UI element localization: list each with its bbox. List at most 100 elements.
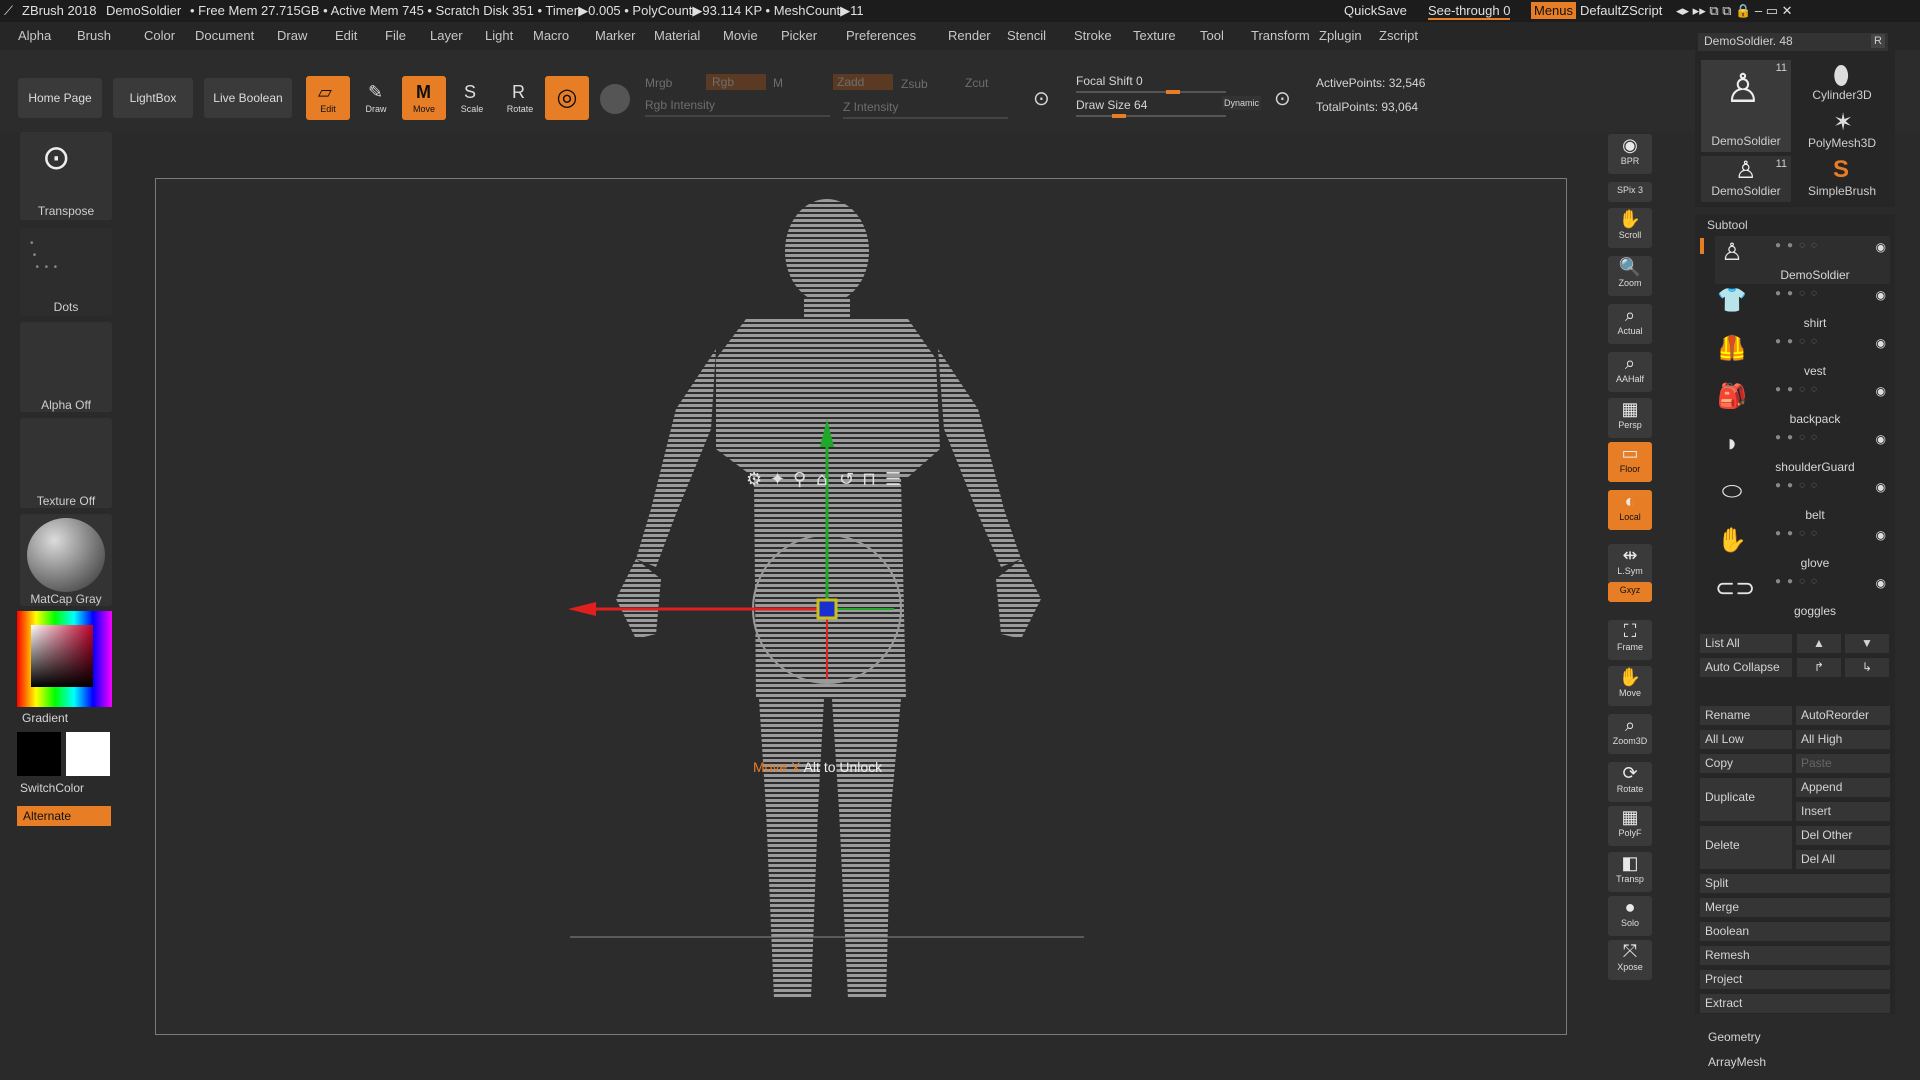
append-button[interactable]: Append — [1796, 778, 1890, 797]
menu-macro[interactable]: Macro — [533, 28, 569, 43]
xpose-button[interactable]: ⤧ Xpose — [1608, 940, 1652, 980]
color-picker[interactable] — [17, 611, 112, 707]
rotate-button[interactable]: R Rotate — [498, 76, 542, 120]
z-intensity-slider[interactable]: Z Intensity — [843, 100, 898, 114]
del-all-button[interactable]: Del All — [1796, 850, 1890, 869]
transpose-brush-button[interactable]: ⊙ Transpose — [20, 132, 112, 220]
menu-layer[interactable]: Layer — [430, 28, 463, 43]
layout-icons[interactable]: ◂▸ ▸▸ ⧉ ⧉ 🔒 – ▭ ✕ — [1676, 3, 1793, 19]
bpr-button[interactable]: ◉ BPR — [1608, 134, 1652, 174]
l-sym-button[interactable]: ⇹ L.Sym — [1608, 544, 1652, 584]
live-boolean-button[interactable]: Live Boolean — [204, 78, 292, 118]
spix-3-button[interactable]: SPix 3 — [1608, 182, 1652, 202]
gizmo-list-icon[interactable]: ☰ — [885, 469, 901, 490]
menu-texture[interactable]: Texture — [1133, 28, 1176, 43]
rgb-intensity-track[interactable] — [645, 115, 830, 117]
menu-file[interactable]: File — [385, 28, 406, 43]
see-through-slider[interactable]: See-through 0 — [1428, 3, 1511, 20]
quicksave-button[interactable]: QuickSave — [1344, 3, 1407, 18]
extract-section[interactable]: Extract — [1700, 994, 1890, 1013]
subtool-toggles[interactable]: ●●◌◌ — [1775, 336, 1845, 347]
secondary-color-swatch[interactable] — [17, 732, 61, 776]
del-other-button[interactable]: Del Other — [1796, 826, 1890, 845]
merge-section[interactable]: Merge — [1700, 898, 1890, 917]
color-square[interactable] — [31, 625, 93, 687]
autoreorder-button[interactable]: AutoReorder — [1796, 706, 1890, 725]
subtool-toggles[interactable]: ●●◌◌ — [1775, 240, 1845, 251]
gizmo-center-handle[interactable] — [816, 598, 838, 620]
menu-stencil[interactable]: Stencil — [1007, 28, 1046, 43]
menu-render[interactable]: Render — [948, 28, 991, 43]
aahalf-button[interactable]: ⌕ AAHalf — [1608, 352, 1652, 392]
edit-button[interactable]: ▱ Edit — [306, 76, 350, 120]
subtool-toggles[interactable]: ●●◌◌ — [1775, 384, 1845, 395]
gizmo-pin-icon[interactable]: ✦ — [770, 469, 785, 490]
subtool-item[interactable]: 🦺 ●●◌◌ ◉ vest — [1715, 332, 1890, 380]
eye-icon[interactable]: ◉ — [1876, 384, 1886, 398]
zcut-button[interactable]: Zcut — [965, 76, 988, 90]
menu-tool[interactable]: Tool — [1200, 28, 1224, 43]
list-all-button[interactable]: List All — [1700, 634, 1792, 653]
transp-button[interactable]: ◧ Transp — [1608, 852, 1652, 892]
split-section[interactable]: Split — [1700, 874, 1890, 893]
menus-button[interactable]: Menus — [1531, 2, 1577, 19]
solo-button[interactable]: ● Solo — [1608, 896, 1652, 936]
gradient-label[interactable]: Gradient — [22, 711, 68, 725]
subtool-item[interactable]: ◗ ●●◌◌ ◉ shoulderGuard — [1715, 428, 1890, 476]
frame-button[interactable]: ⛶ Frame — [1608, 620, 1652, 660]
current-tool-slider[interactable]: DemoSoldier. 48 — [1698, 33, 1888, 51]
focal-shift-track[interactable] — [1076, 90, 1226, 94]
menu-document[interactable]: Document — [195, 28, 254, 43]
eye-icon[interactable]: ◉ — [1876, 240, 1886, 254]
subtool-item[interactable]: ♙ ●●◌◌ ◉ DemoSoldier — [1715, 236, 1890, 284]
subtool-toggles[interactable]: ●●◌◌ — [1775, 576, 1845, 587]
gizmo-settings-icon[interactable]: ⚙ — [746, 469, 762, 490]
subtool-title[interactable]: Subtool — [1707, 218, 1748, 232]
dynamic-button[interactable]: Dynamic — [1222, 96, 1262, 110]
material-sphere-icon[interactable] — [600, 84, 630, 114]
menu-zscript[interactable]: Zscript — [1379, 28, 1418, 43]
scale-button[interactable]: S Scale — [450, 76, 494, 120]
tool-thumb-demosoldier-2[interactable]: ♙ 11 DemoSoldier — [1701, 156, 1791, 202]
gizmo-marker-icon[interactable]: ⚲ — [793, 469, 806, 490]
menu-transform[interactable]: Transform — [1251, 28, 1310, 43]
gizmo-reset-icon[interactable]: ↺ — [839, 469, 854, 490]
geometry-section[interactable]: Geometry — [1708, 1030, 1761, 1044]
subtool-item[interactable]: 🎒 ●●◌◌ ◉ backpack — [1715, 380, 1890, 428]
subtool-item[interactable]: ⬭ ●●◌◌ ◉ belt — [1715, 476, 1890, 524]
move-down-icon[interactable]: ▼ — [1845, 634, 1889, 653]
tool-thumb-simplebrush[interactable]: S SimpleBrush — [1795, 156, 1889, 202]
gizmo-toggle-icon[interactable]: ◎ — [545, 76, 589, 120]
gxyz-button[interactable]: Gxyz — [1608, 582, 1652, 602]
eye-icon[interactable]: ◉ — [1876, 528, 1886, 542]
menu-light[interactable]: Light — [485, 28, 513, 43]
delete-button[interactable]: Delete — [1700, 826, 1792, 869]
gizmo-x-arrow[interactable] — [568, 602, 596, 616]
gizmo-home-icon[interactable]: ⌂ — [816, 469, 827, 490]
mrgb-button[interactable]: Mrgb — [645, 76, 672, 90]
lightbox-button[interactable]: LightBox — [113, 78, 193, 118]
default-zscript-button[interactable]: DefaultZScript — [1580, 3, 1662, 18]
paste-button[interactable]: Paste — [1796, 754, 1890, 773]
menu-movie[interactable]: Movie — [723, 28, 758, 43]
scroll-button[interactable]: ✋ Scroll — [1608, 208, 1652, 248]
tool-thumb-demosoldier[interactable]: ♙ 11 DemoSoldier — [1701, 60, 1791, 152]
menu-preferences[interactable]: Preferences — [846, 28, 916, 43]
rgb-intensity-slider[interactable]: Rgb Intensity — [645, 98, 715, 112]
menu-color[interactable]: Color — [144, 28, 175, 43]
m-button[interactable]: M — [773, 76, 783, 90]
subtool-toggles[interactable]: ●●◌◌ — [1775, 480, 1845, 491]
focal-shift-slider[interactable]: Focal Shift 0 — [1076, 74, 1143, 88]
subtool-item[interactable]: ⊂⊃ ●●◌◌ ◉ goggles — [1715, 572, 1890, 620]
rotate-button[interactable]: ⟳ Rotate — [1608, 762, 1652, 802]
eye-icon[interactable]: ◉ — [1876, 336, 1886, 350]
draw-button[interactable]: ✎ Draw — [354, 76, 398, 120]
floor-button[interactable]: ▭ Floor — [1608, 442, 1652, 482]
rename-button[interactable]: Rename — [1700, 706, 1792, 725]
zoom-button[interactable]: 🔍 Zoom — [1608, 256, 1652, 296]
move-button[interactable]: M Move — [402, 76, 446, 120]
focal-shift-icon[interactable]: ⊙ — [1033, 86, 1050, 111]
tool-thumb-polymesh[interactable]: ✶ PolyMesh3D — [1795, 108, 1889, 154]
viewport-canvas[interactable]: ⚙ ✦ ⚲ ⌂ ↺ ⊓ ☰ Move X Alt to Unlock — [155, 178, 1567, 1035]
menu-stroke[interactable]: Stroke — [1074, 28, 1112, 43]
